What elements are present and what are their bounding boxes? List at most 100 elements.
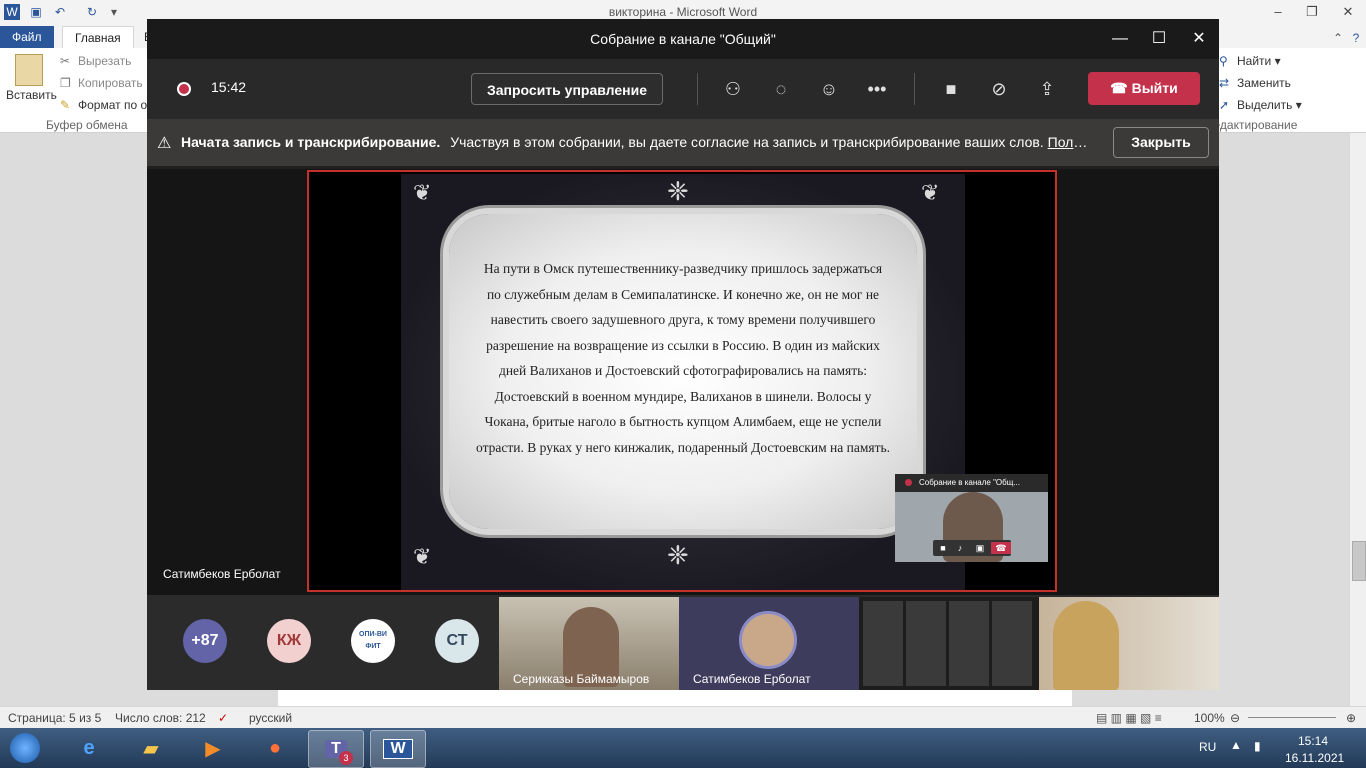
recording-message: Начата запись и транскрибирование. Участ… <box>181 134 1093 150</box>
replace-icon: ⇄ <box>1219 76 1230 90</box>
zoom-slider[interactable] <box>1248 717 1336 718</box>
popout-camera-icon[interactable]: ■ <box>936 542 950 554</box>
share-screen-icon[interactable]: ⇪ <box>1033 75 1061 103</box>
clock-time[interactable]: 15:14 <box>1298 734 1328 748</box>
clipboard-icon <box>15 54 43 86</box>
tray-arrow-icon[interactable]: ▲ <box>1230 738 1242 752</box>
status-bar: Страница: 5 из 5 Число слов: 212 ✓ русск… <box>0 706 1366 729</box>
chat-icon[interactable]: ◌ <box>767 75 795 103</box>
taskbar-teams[interactable]: T 3 <box>308 730 364 768</box>
participant-grid-tile[interactable] <box>859 597 1039 690</box>
meeting-timer: 15:42 <box>211 79 247 95</box>
popout-hangup-icon[interactable]: ☎ <box>991 542 1011 554</box>
leave-button[interactable]: ☎ Выйти <box>1088 72 1200 105</box>
popout-controls: ■ ♪ ▣ ☎ <box>933 540 1011 556</box>
network-icon[interactable]: ▮ <box>1254 739 1261 753</box>
teams-meeting-window: Собрание в канале "Общий" — ☐ ✕ 15:42 За… <box>147 19 1219 690</box>
popout-mic-icon[interactable]: ♪ <box>953 542 967 554</box>
word-icon: W <box>383 739 413 759</box>
scroll-thumb[interactable] <box>1352 541 1366 581</box>
participant-avatar-kzh[interactable]: КЖ <box>267 619 311 663</box>
folder-icon: ▰ <box>143 737 159 760</box>
language-indicator[interactable]: русский <box>249 711 292 725</box>
participant-avatar-photo <box>739 611 797 669</box>
cut-label: Вырезать <box>78 54 132 68</box>
zoom-out-icon[interactable]: ⊖ <box>1230 711 1240 725</box>
teams-badge: 3 <box>339 751 353 765</box>
copy-button[interactable]: ❐ Копировать <box>60 76 143 90</box>
popout-titlebar: Собрание в канале "Общ... <box>895 474 1048 492</box>
self-view-popout[interactable]: Собрание в канале "Общ... ■ ♪ ▣ ☎ <box>895 474 1048 562</box>
view-buttons[interactable]: ▤ ▥ ▦ ▧ ≡ <box>1096 711 1162 725</box>
reactions-icon[interactable]: ☺ <box>815 75 843 103</box>
format-painter-button[interactable]: ✎ Формат по об <box>60 98 154 112</box>
start-button[interactable] <box>0 730 50 766</box>
scissors-icon: ✂ <box>60 54 71 68</box>
taskbar-firefox[interactable]: ● <box>248 730 302 766</box>
participant-video-tile[interactable]: Серикказы Баймамыров <box>499 597 679 690</box>
teams-minimize-button[interactable]: — <box>1105 27 1135 51</box>
paste-button[interactable]: Вставить <box>6 54 57 102</box>
cursor-icon: ➚ <box>1219 98 1230 112</box>
ornament-icon: ❦ <box>921 180 940 205</box>
cut-button[interactable]: ✂ Вырезать <box>60 54 131 68</box>
tab-file[interactable]: Файл <box>0 26 54 48</box>
word-restore-button[interactable]: ❐ <box>1298 2 1326 22</box>
word-minimize-button[interactable]: – <box>1264 2 1292 22</box>
windows-logo-icon <box>10 733 40 763</box>
leave-label: Выйти <box>1131 80 1178 96</box>
find-button[interactable]: ⚲ Найти ▾ <box>1219 54 1281 68</box>
shared-content-stage: ❦ ❈ ❦ ❦ ❈ На пути в Омск путешественнику… <box>147 169 1219 595</box>
document-page[interactable] <box>278 689 1072 706</box>
brush-icon: ✎ <box>60 98 71 112</box>
privacy-policy-link[interactable]: Полити... <box>1048 134 1093 150</box>
taskbar-ie[interactable]: e <box>62 730 116 766</box>
request-control-button[interactable]: Запросить управление <box>471 73 663 105</box>
page-count[interactable]: Страница: 5 из 5 <box>8 711 101 725</box>
clock-date[interactable]: 16.11.2021 <box>1285 751 1344 765</box>
participant-gallery: +87 КЖ ОПИ-ВИ ФИТ СТ Серикказы Баймамыро… <box>147 595 1219 690</box>
popout-share-icon[interactable]: ▣ <box>973 542 987 554</box>
paste-label: Вставить <box>6 88 57 102</box>
input-language[interactable]: RU <box>1199 740 1216 754</box>
find-label: Найти <box>1237 54 1272 68</box>
more-actions-icon[interactable]: ••• <box>863 75 891 103</box>
recording-indicator-icon <box>177 82 191 96</box>
camera-icon[interactable]: ■ <box>937 75 965 103</box>
replace-button[interactable]: ⇄ Заменить <box>1219 76 1291 90</box>
phone-hangup-icon: ☎ <box>1110 80 1132 96</box>
ie-icon: e <box>83 736 95 759</box>
zoom-in-icon[interactable]: ⊕ <box>1346 711 1356 725</box>
help-icon[interactable]: ? <box>1348 30 1364 46</box>
vertical-scrollbar[interactable] <box>1349 133 1366 706</box>
zoom-level[interactable]: 100% <box>1194 711 1225 725</box>
taskbar-word[interactable]: W <box>370 730 426 768</box>
taskbar-explorer[interactable]: ▰ <box>124 730 178 766</box>
teams-close-button[interactable]: ✕ <box>1184 27 1214 51</box>
presenter-name-label: Сатимбеков Ерболат <box>163 567 281 581</box>
more-participants-button[interactable]: +87 <box>183 619 227 663</box>
mic-muted-icon[interactable]: ⊘ <box>985 75 1013 103</box>
participant-tile-selected[interactable]: Сатимбеков Ерболат <box>679 597 859 690</box>
close-banner-button[interactable]: Закрыть <box>1113 127 1209 158</box>
word-close-button[interactable]: ✕ <box>1334 2 1362 22</box>
teams-maximize-button[interactable]: ☐ <box>1144 27 1174 51</box>
participant-video <box>1053 601 1119 690</box>
meeting-controls: 15:42 Запросить управление ⚇ ◌ ☺ ••• ■ ⊘… <box>147 59 1219 119</box>
participants-icon[interactable]: ⚇ <box>719 75 747 103</box>
participant-avatar-logo[interactable]: ОПИ-ВИ ФИТ <box>351 619 395 663</box>
participant-avatar-st[interactable]: СТ <box>435 619 479 663</box>
select-button[interactable]: ➚ Выделить ▾ <box>1219 98 1302 112</box>
ribbon-collapse-icon[interactable]: ⌃ <box>1330 30 1346 46</box>
word-count[interactable]: Число слов: 212 <box>115 711 206 725</box>
clipboard-group-label: Буфер обмена <box>46 118 128 132</box>
recording-banner: ⚠ Начата запись и транскрибирование. Уча… <box>147 119 1219 166</box>
ornament-icon: ❦ <box>413 544 432 569</box>
proofing-icon[interactable]: ✓ <box>218 711 228 725</box>
taskbar-media-player[interactable]: ▶ <box>186 730 240 766</box>
select-label: Выделить <box>1237 98 1293 112</box>
slide-text: На пути в Омск путешественнику-разведчик… <box>476 261 891 455</box>
participant-video-tile[interactable] <box>1039 597 1219 690</box>
participant-name: Серикказы Баймамыров <box>513 672 650 686</box>
tab-home[interactable]: Главная <box>62 26 134 49</box>
